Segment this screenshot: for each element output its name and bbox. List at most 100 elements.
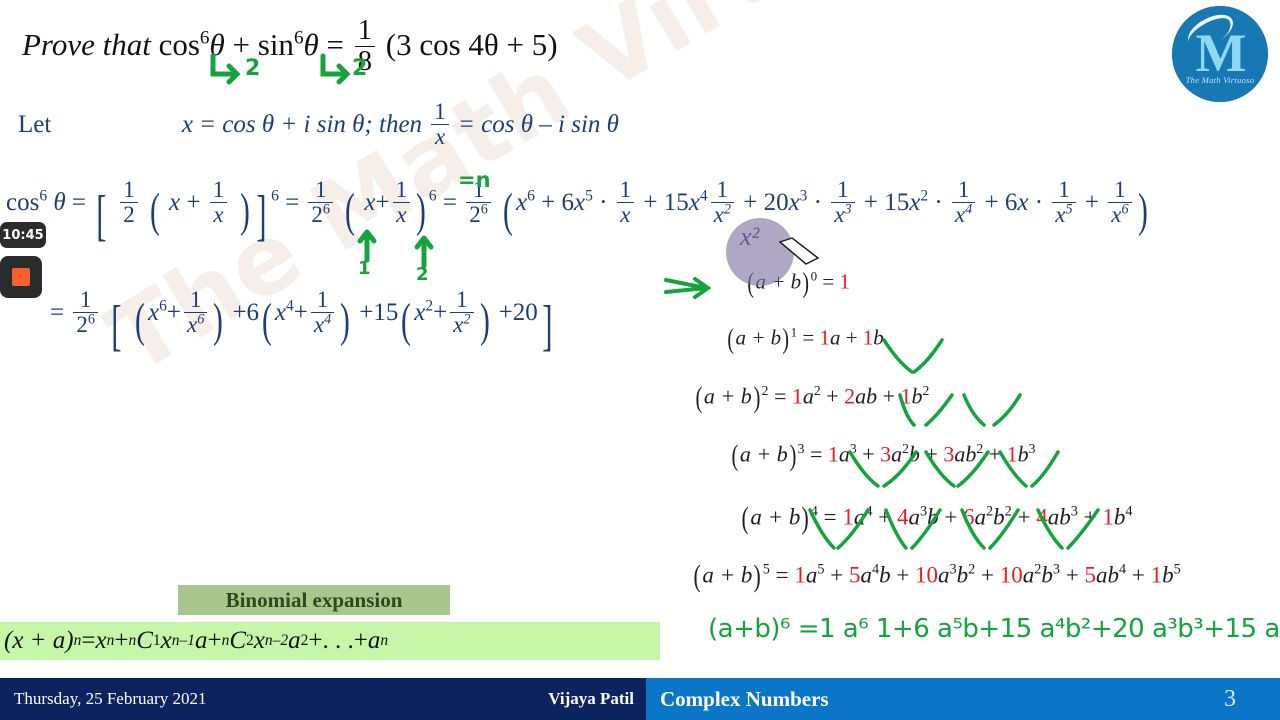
pascal-coefficient: 1 — [1102, 504, 1114, 530]
let-label: Let — [18, 110, 52, 138]
eq1-2pow6-den-b: 26 — [466, 201, 491, 227]
headline-frac-den: 8 — [354, 45, 376, 77]
eq2-g1-fraction: 1 x6 — [184, 288, 208, 337]
footer: Thursday, 25 February 2021 Vijaya Patil … — [0, 678, 1280, 720]
expansion-term: + 15x2 · 1 x4 — [858, 178, 979, 226]
pascal-coefficient: 10 — [999, 562, 1023, 588]
expansion-term: + 20x3 · 1 x3 — [737, 178, 858, 226]
equation-line-1: cos6 θ = [ 1 2 ( x + 1 x )] 6 = 1 26 ( x+… — [6, 177, 1148, 247]
eq1-2pow6-fraction-b: 1 26 — [466, 178, 491, 227]
eq1-g2-exp: 6 — [428, 187, 437, 205]
eq1-2pow6-den-a: 26 — [308, 201, 334, 227]
eq1-equals-1: = — [71, 188, 86, 216]
pascal-row: (a + b)2 = 1a2 + 2ab + 1b2 — [695, 382, 930, 414]
annotation-up-note-2: 2 — [416, 264, 429, 285]
binomial-expansion-label: Binomial expansion — [178, 585, 450, 615]
headline-theta-2: θ — [303, 26, 319, 62]
pascal-row: (a + b) 5 = 1a5 + 5a4b + 10a3b2 + 10a2b3 … — [693, 558, 1181, 593]
eq1-lhs: cos — [6, 188, 40, 216]
brand-logo: M The Math Virtuoso — [1172, 6, 1268, 102]
term-fraction: 1 x3 — [831, 178, 855, 227]
pascal-coefficient: 1 — [794, 562, 806, 588]
footer-author: Vijaya Patil — [548, 689, 634, 708]
eq2-paren-open-2: ( — [262, 295, 272, 348]
eq2-paren-close-3: ) — [479, 295, 490, 348]
eq2-g1-x-exp: 6 — [159, 297, 167, 315]
recording-timer: 10:45 — [0, 222, 46, 248]
pascal-coefficient: 1 — [842, 504, 854, 530]
eq1-g1-x: x — [169, 188, 181, 216]
eq2-paren-open-3: ( — [401, 295, 412, 348]
headline-theta-1: θ — [209, 26, 225, 62]
pascal-handwritten-row-6: (a+b)⁶ =1 a⁶ 1+6 a⁵b+15 a⁴b²+20 a³b³+15 … — [708, 614, 1280, 644]
term-dot: · — [599, 188, 608, 216]
stop-recording-button[interactable] — [0, 256, 42, 298]
pascal-row: (a + b)1 = 1a + 1b — [727, 324, 884, 355]
eq1-bracket-close: ] — [256, 184, 267, 247]
eq2-frac-den: 26 — [73, 311, 98, 337]
expansion-term: + 1 x6 — [1079, 178, 1135, 226]
eq1-lhs-theta: θ — [53, 188, 66, 216]
pascal-coefficient: 1 — [839, 269, 850, 294]
term-coefficient: 6 — [1004, 188, 1018, 216]
pascal-coefficient: 1 — [862, 325, 874, 350]
term-coefficient: 20 — [763, 188, 789, 216]
eq2-equals: = — [50, 298, 65, 326]
pascal-coefficient: 4 — [1036, 504, 1048, 530]
let-line: Let x = cos θ + i sin θ; then 1 x = cos … — [18, 100, 619, 149]
page-title: Prove that cos6θ + sin6θ = 1 8 (3 cos 4θ… — [22, 16, 558, 76]
eq1-half-den: 2 — [120, 201, 138, 227]
bin-t4: a — [367, 627, 381, 654]
expansion-term: x6 — [515, 187, 535, 216]
footer-page-number: 3 — [1224, 685, 1236, 712]
term-coefficient: 15 — [884, 188, 910, 216]
pascal-triangle-block: (a + b)0 = 1(a + b)1 = 1a + 1b(a + b)2 =… — [664, 262, 1280, 662]
term-fraction: 1 x4 — [951, 178, 976, 227]
expansion-terms: x6 + 6x5 · 1x + 15x4 1 x2 + 20x3 · 1 x3 + 1… — [515, 178, 1135, 226]
eq2-bracket-close: ] — [541, 294, 553, 357]
eq1-2pow6-num-a: 1 — [314, 177, 327, 202]
headline-equals: = — [326, 26, 345, 62]
eq2-bracket-open: [ — [111, 294, 122, 357]
eq1-paren-close-3: ) — [1137, 185, 1148, 238]
pascal-coefficient: 5 — [1084, 562, 1097, 588]
pascal-coefficient: 1 — [1006, 441, 1018, 467]
expansion-term: + 6x5 · 1x — [535, 178, 637, 226]
headline-cos: cos — [158, 26, 200, 62]
term-fraction: 1 x2 — [710, 178, 734, 227]
eq1-paren-close-1: ) — [239, 185, 250, 238]
pascal-coefficient: 10 — [915, 562, 939, 588]
pascal-row: (a + b) 4 = 1a4 + 4a3b + 6a2b2 + 4ab3 + 1… — [741, 500, 1133, 535]
pascal-coefficient: 1 — [791, 383, 803, 409]
eq2-g2-fraction: 1 x4 — [310, 288, 335, 337]
term-fraction: 1 x6 — [1108, 178, 1132, 227]
bin-t1: x — [95, 627, 107, 654]
eq1-g2-inner-num: 1 — [395, 177, 408, 202]
cursor-highlight-text: x² — [740, 222, 760, 251]
pascal-coefficient: 1 — [819, 325, 830, 350]
annotation-up-note-1: 1 — [358, 258, 371, 279]
pascal-coefficient: 2 — [844, 383, 856, 409]
bin-dots: . . . — [322, 627, 354, 654]
bin-t3-x: x — [253, 627, 265, 654]
eq2-g3-fraction: 1 x2 — [450, 288, 474, 337]
eq1-g2-inner-fraction: 1 x — [392, 177, 411, 227]
pascal-coefficient: 3 — [880, 441, 892, 467]
binomial-formula-strip: (x + a) n = xn + n C 1 x n–1 a + n C 2 x n–2 a 2 + .… — [0, 622, 660, 660]
eq1-g1-inner-num: 1 — [212, 177, 225, 202]
eq2-c3: 15 — [373, 298, 399, 326]
term-fraction: 1x — [616, 178, 635, 227]
pascal-row: (a + b)3 = 1a3 + 3a2b + 3ab2 + 1b3 — [731, 440, 1036, 472]
eq1-half-num: 1 — [123, 177, 135, 202]
headline-sin-exp: 6 — [293, 27, 304, 49]
eq1-paren-open-2: ( — [345, 185, 356, 238]
eq1-equals-3: = — [442, 188, 458, 216]
footer-left: Thursday, 25 February 2021 Vijaya Patil — [0, 678, 646, 720]
term-dot: · — [1034, 188, 1044, 216]
pascal-coefficient: 6 — [963, 504, 975, 530]
headline-plus: + — [232, 26, 250, 62]
let-fraction: 1 x — [431, 100, 449, 149]
eq2-g3-x-exp: 2 — [425, 297, 434, 315]
pen-cursor-icon — [778, 237, 820, 265]
let-body: x = cos θ + i sin θ; then — [181, 110, 423, 138]
